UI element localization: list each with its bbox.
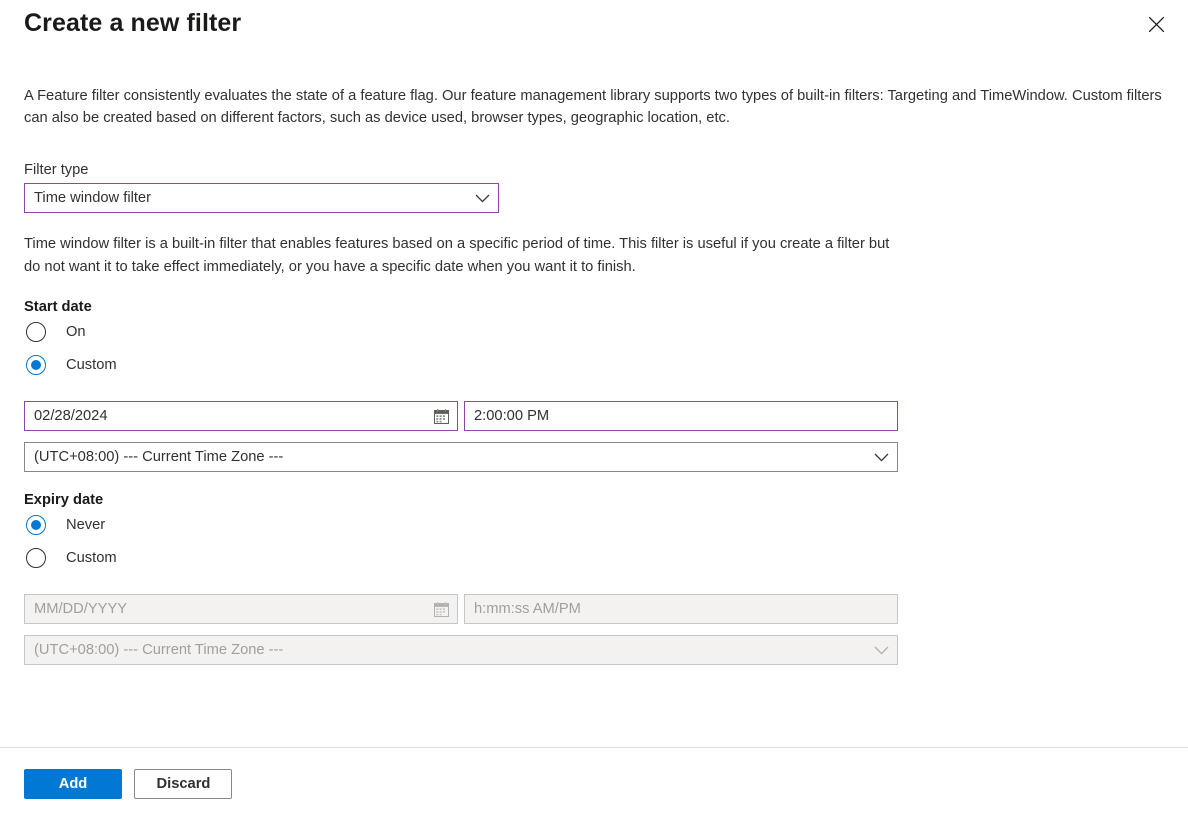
radio-indicator [26,354,46,375]
start-date-radio-custom-label: Custom [66,356,117,373]
start-date-input[interactable]: 02/28/2024 [24,401,458,431]
start-timezone-value: (UTC+08:00) --- Current Time Zone --- [34,449,284,465]
expiry-time-input: h:mm:ss AM/PM [464,594,898,624]
expiry-date-heading: Expiry date [24,492,104,508]
filter-type-dropdown[interactable]: Time window filter [24,183,499,213]
radio-indicator [26,321,46,342]
expiry-timezone-dropdown: (UTC+08:00) --- Current Time Zone --- [24,635,898,665]
expiry-date-input: MM/DD/YYYY [24,594,458,624]
start-time-input[interactable]: 2:00:00 PM [464,401,898,431]
chevron-down-icon [475,194,490,203]
chevron-down-icon [874,453,889,462]
expiry-date-inputs-row: MM/DD/YYYY h:mm:ss AM/PM [24,594,1164,624]
chevron-down-icon [874,646,889,655]
dialog-intro-text: A Feature filter consistently evaluates … [24,88,1162,126]
create-filter-dialog: Create a new filter A Feature filter con… [0,0,1188,815]
calendar-icon[interactable] [434,408,449,424]
page-title: Create a new filter [24,9,242,37]
start-date-value: 02/28/2024 [34,408,108,424]
close-button[interactable] [1140,8,1172,40]
start-time-value: 2:00:00 PM [474,408,550,424]
expiry-date-radio-never[interactable]: Never [24,508,1164,541]
expiry-timezone-value: (UTC+08:00) --- Current Time Zone --- [34,642,284,658]
dialog-header: Create a new filter [0,0,1188,38]
expiry-time-placeholder: h:mm:ss AM/PM [474,601,581,617]
expiry-date-radio-custom-label: Custom [66,549,117,566]
close-icon [1148,16,1165,33]
start-timezone-dropdown[interactable]: (UTC+08:00) --- Current Time Zone --- [24,442,898,472]
radio-indicator [26,547,46,568]
filter-description-text: Time window filter is a built-in filter … [24,236,890,275]
filter-type-label: Filter type [24,162,89,178]
dialog-body: A Feature filter consistently evaluates … [0,38,1188,747]
dialog-footer: Add Discard [0,747,1188,815]
expiry-date-placeholder: MM/DD/YYYY [34,601,128,617]
radio-indicator [26,514,46,535]
start-date-radio-on-label: On [66,323,86,340]
discard-button[interactable]: Discard [134,769,233,799]
expiry-date-radio-custom[interactable]: Custom [24,541,1164,574]
add-button[interactable]: Add [24,769,122,799]
expiry-date-radio-never-label: Never [66,516,106,533]
filter-type-value: Time window filter [34,190,151,206]
start-date-radio-on[interactable]: On [24,315,1164,348]
calendar-icon [434,601,449,617]
start-date-radio-custom[interactable]: Custom [24,348,1164,381]
start-date-heading: Start date [24,299,92,315]
start-date-inputs-row: 02/28/2024 2:00:00 PM [24,401,1164,431]
